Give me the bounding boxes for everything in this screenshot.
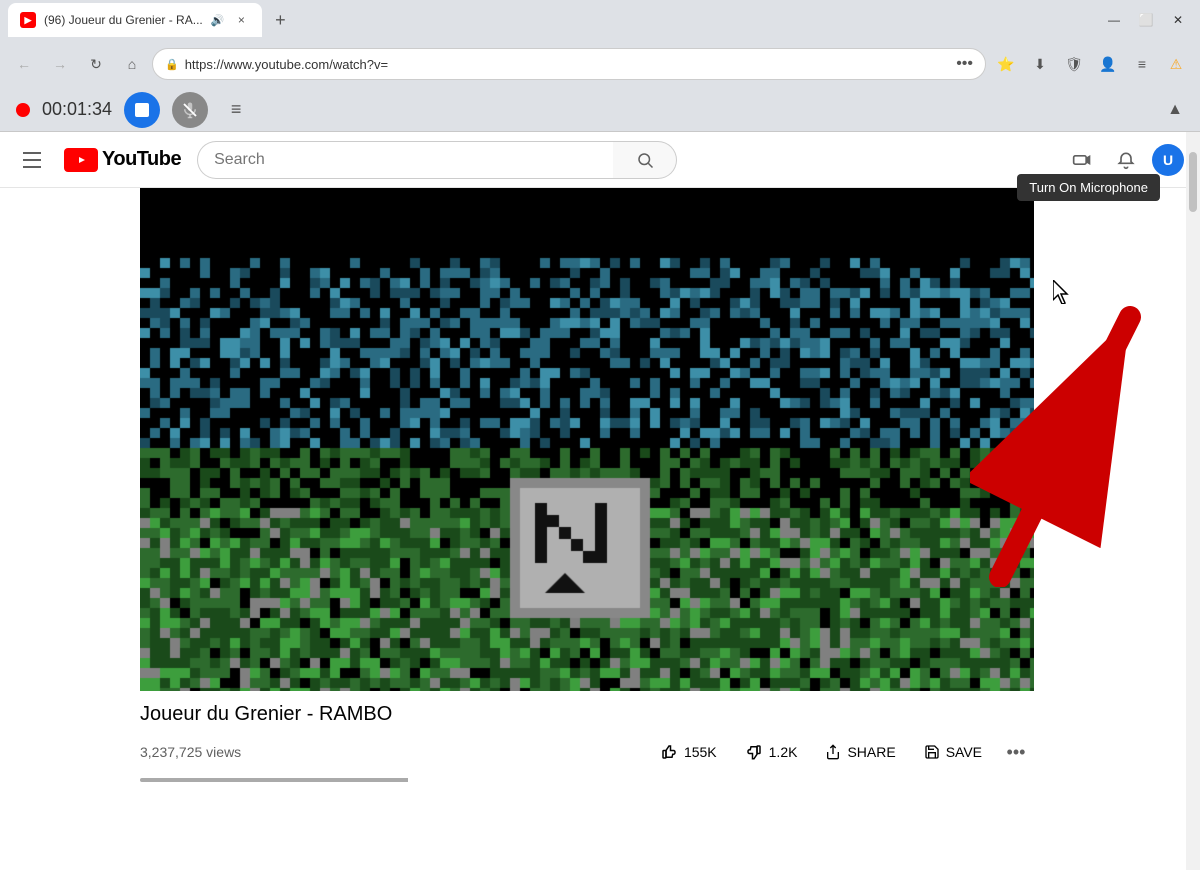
browser-tab[interactable]: ▶ (96) Joueur du Grenier - RA... 🔊 × bbox=[8, 3, 262, 37]
tab-title: (96) Joueur du Grenier - RA... bbox=[44, 13, 203, 27]
minimize-button[interactable]: — bbox=[1100, 6, 1128, 34]
view-count: 3,237,725 views bbox=[140, 744, 241, 760]
user-avatar[interactable]: U bbox=[1152, 144, 1184, 176]
tab-audio-icon: 🔊 bbox=[211, 14, 225, 27]
microphone-tooltip: Turn On Microphone bbox=[1017, 174, 1160, 201]
bell-icon bbox=[1116, 150, 1136, 170]
dislike-count: 1.2K bbox=[769, 744, 798, 760]
thumbs-down-icon bbox=[745, 743, 763, 761]
video-title: Joueur du Grenier - RAMBO bbox=[140, 703, 1034, 726]
video-info: Joueur du Grenier - RAMBO 3,237,725 view… bbox=[140, 691, 1034, 794]
tab-close-button[interactable]: × bbox=[232, 11, 250, 29]
youtube-logo-text: YouTube bbox=[102, 148, 181, 171]
address-bar[interactable]: 🔒 https://www.youtube.com/watch?v= ••• bbox=[152, 48, 986, 80]
download-icon: ⬇ bbox=[1034, 56, 1046, 73]
browser-frame: ▶ (96) Joueur du Grenier - RA... 🔊 × + —… bbox=[0, 0, 1200, 870]
forward-button[interactable]: → bbox=[44, 48, 76, 80]
browser-menu-button[interactable]: ≡ bbox=[1126, 48, 1158, 80]
upload-video-icon bbox=[1072, 150, 1092, 170]
recording-dot bbox=[16, 103, 30, 117]
stop-icon bbox=[135, 103, 149, 117]
home-icon: ⌂ bbox=[128, 56, 136, 72]
recording-menu-button[interactable]: ≡ bbox=[220, 94, 252, 126]
like-button[interactable]: 155K bbox=[648, 737, 729, 767]
header-right: U bbox=[1064, 142, 1184, 178]
home-button[interactable]: ⌂ bbox=[116, 48, 148, 80]
more-actions-icon: ••• bbox=[1007, 742, 1026, 763]
scroll-up-icon: ▲ bbox=[1167, 101, 1183, 119]
page-scrollbar[interactable] bbox=[1186, 132, 1200, 870]
recording-menu-icon: ≡ bbox=[231, 99, 242, 120]
recording-timer: 00:01:34 bbox=[42, 99, 112, 120]
video-upload-button[interactable] bbox=[1064, 142, 1100, 178]
forward-icon: → bbox=[53, 56, 67, 72]
microphone-button[interactable] bbox=[172, 92, 208, 128]
title-bar: ▶ (96) Joueur du Grenier - RA... 🔊 × + —… bbox=[0, 0, 1200, 40]
refresh-icon: ↻ bbox=[90, 56, 102, 73]
recording-bar: 00:01:34 ≡ ▲ Turn On Microphone bbox=[0, 88, 1200, 132]
profile-button[interactable]: 👤 bbox=[1092, 48, 1124, 80]
tab-favicon: ▶ bbox=[20, 12, 36, 28]
scrollbar-thumb[interactable] bbox=[1189, 152, 1197, 212]
stop-recording-button[interactable] bbox=[124, 92, 160, 128]
close-button[interactable]: ✕ bbox=[1164, 6, 1192, 34]
youtube-logo[interactable]: YouTube bbox=[64, 148, 181, 172]
address-more-button[interactable]: ••• bbox=[956, 55, 973, 73]
maximize-button[interactable]: ⬜ bbox=[1132, 6, 1160, 34]
bookmark-star-icon: ⭐ bbox=[997, 56, 1014, 73]
more-actions-button[interactable]: ••• bbox=[998, 734, 1034, 770]
shield-button[interactable]: 🛡 bbox=[1058, 48, 1090, 80]
share-icon bbox=[825, 744, 841, 760]
notifications-button[interactable] bbox=[1108, 142, 1144, 178]
save-label: SAVE bbox=[946, 744, 982, 760]
save-button[interactable]: SAVE bbox=[912, 738, 994, 766]
hamburger-menu-button[interactable] bbox=[16, 144, 48, 176]
save-icon bbox=[924, 744, 940, 760]
video-player[interactable] bbox=[140, 188, 1034, 691]
extensions-button[interactable]: ⭐ bbox=[990, 48, 1022, 80]
youtube-logo-icon bbox=[64, 148, 98, 172]
nav-actions: ⭐ ⬇ 🛡 👤 ≡ ⚠ bbox=[990, 48, 1192, 80]
microphone-icon bbox=[181, 101, 199, 119]
lock-icon: 🔒 bbox=[165, 58, 179, 71]
youtube-main: Joueur du Grenier - RAMBO 3,237,725 view… bbox=[0, 188, 1200, 794]
warning-button: ⚠ bbox=[1160, 48, 1192, 80]
share-button[interactable]: SHARE bbox=[813, 738, 907, 766]
profile-icon: 👤 bbox=[1099, 56, 1116, 73]
search-input[interactable] bbox=[197, 141, 613, 179]
warning-icon: ⚠ bbox=[1170, 56, 1183, 73]
search-icon bbox=[636, 151, 654, 169]
refresh-button[interactable]: ↻ bbox=[80, 48, 112, 80]
back-button[interactable]: ← bbox=[8, 48, 40, 80]
back-icon: ← bbox=[17, 56, 31, 72]
url-display: https://www.youtube.com/watch?v= bbox=[185, 57, 950, 72]
share-label: SHARE bbox=[847, 744, 895, 760]
tooltip-text: Turn On Microphone bbox=[1029, 180, 1148, 195]
search-button[interactable] bbox=[613, 141, 677, 179]
video-actions: 155K 1.2K bbox=[648, 734, 1034, 770]
nav-bar: ← → ↻ ⌂ 🔒 https://www.youtube.com/watch?… bbox=[0, 40, 1200, 88]
window-controls: — ⬜ ✕ bbox=[1100, 6, 1192, 34]
download-button[interactable]: ⬇ bbox=[1024, 48, 1056, 80]
new-tab-button[interactable]: + bbox=[266, 6, 294, 34]
like-count: 155K bbox=[684, 744, 717, 760]
video-meta: 3,237,725 views 155K bbox=[140, 734, 1034, 770]
play-icon bbox=[71, 153, 91, 167]
scroll-up-button[interactable]: ▲ bbox=[1166, 101, 1184, 119]
browser-menu-icon: ≡ bbox=[1138, 56, 1146, 72]
youtube-page: YouTube bbox=[0, 132, 1200, 870]
shield-icon: 🛡 bbox=[1065, 56, 1083, 73]
video-canvas bbox=[140, 188, 1034, 691]
thumbs-up-icon bbox=[660, 743, 678, 761]
search-form bbox=[197, 141, 677, 179]
dislike-button[interactable]: 1.2K bbox=[733, 737, 810, 767]
